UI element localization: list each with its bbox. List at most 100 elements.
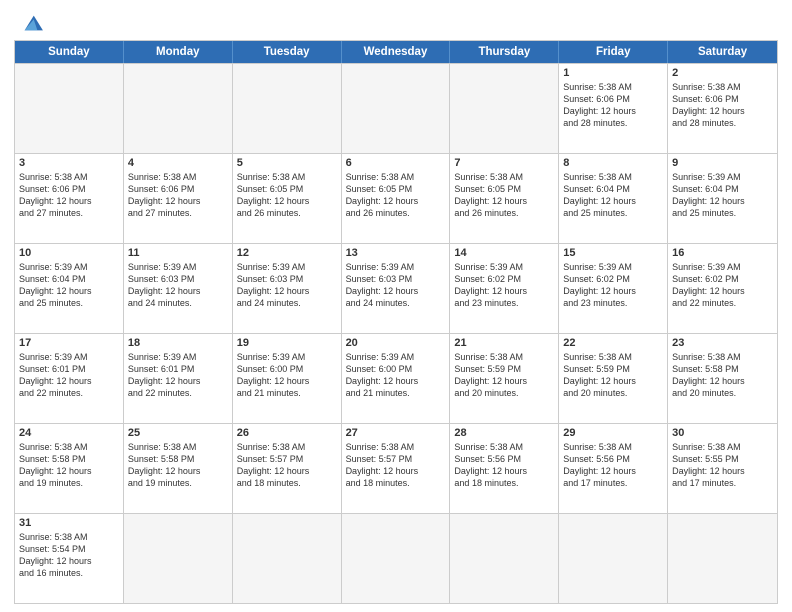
cal-week-2: 10Sunrise: 5:39 AM Sunset: 6:04 PM Dayli… <box>15 243 777 333</box>
day-number: 12 <box>237 247 337 259</box>
day-number: 23 <box>672 337 773 349</box>
day-number: 15 <box>563 247 663 259</box>
day-info: Sunrise: 5:39 AM Sunset: 6:02 PM Dayligh… <box>454 261 554 310</box>
day-info: Sunrise: 5:38 AM Sunset: 6:04 PM Dayligh… <box>563 171 663 220</box>
cal-day-empty <box>668 514 777 603</box>
cal-header-wednesday: Wednesday <box>342 41 451 63</box>
cal-day-empty <box>15 64 124 153</box>
day-info: Sunrise: 5:38 AM Sunset: 6:05 PM Dayligh… <box>237 171 337 220</box>
header <box>14 12 778 34</box>
logo-icon <box>17 12 45 34</box>
calendar-header-row: SundayMondayTuesdayWednesdayThursdayFrid… <box>15 41 777 63</box>
cal-day-22: 22 Sunrise: 5:38 AM Sunset: 5:59 PM Dayli… <box>559 334 668 423</box>
cal-day-23: 23 Sunrise: 5:38 AM Sunset: 5:58 PM Dayli… <box>668 334 777 423</box>
day-info: Sunrise: 5:39 AM Sunset: 6:01 PM Dayligh… <box>128 351 228 400</box>
calendar-body: 1Sunrise: 5:38 AM Sunset: 6:06 PM Daylig… <box>15 63 777 603</box>
day-info: Sunrise: 5:39 AM Sunset: 6:03 PM Dayligh… <box>128 261 228 310</box>
cal-header-thursday: Thursday <box>450 41 559 63</box>
cal-day-1: 1Sunrise: 5:38 AM Sunset: 6:06 PM Daylig… <box>559 64 668 153</box>
day-number: 31 <box>19 517 119 529</box>
cal-week-3: 17 Sunrise: 5:39 AM Sunset: 6:01 PM Dayli… <box>15 333 777 423</box>
day-info: Sunrise: 5:38 AM Sunset: 5:55 PM Dayligh… <box>672 441 773 490</box>
day-number: 4 <box>128 157 228 169</box>
day-number: 9 <box>672 157 773 169</box>
cal-day-empty <box>233 64 342 153</box>
day-info: Sunrise: 5:38 AM Sunset: 6:05 PM Dayligh… <box>454 171 554 220</box>
cal-header-tuesday: Tuesday <box>233 41 342 63</box>
cal-day-empty <box>124 514 233 603</box>
day-info: Sunrise: 5:38 AM Sunset: 5:59 PM Dayligh… <box>454 351 554 400</box>
cal-week-1: 3Sunrise: 5:38 AM Sunset: 6:06 PM Daylig… <box>15 153 777 243</box>
day-info: Sunrise: 5:39 AM Sunset: 6:02 PM Dayligh… <box>672 261 773 310</box>
day-info: Sunrise: 5:38 AM Sunset: 5:57 PM Dayligh… <box>346 441 446 490</box>
day-number: 20 <box>346 337 446 349</box>
day-info: Sunrise: 5:39 AM Sunset: 6:04 PM Dayligh… <box>19 261 119 310</box>
cal-day-13: 13Sunrise: 5:39 AM Sunset: 6:03 PM Dayli… <box>342 244 451 333</box>
day-number: 22 <box>563 337 663 349</box>
cal-day-28: 28 Sunrise: 5:38 AM Sunset: 5:56 PM Dayli… <box>450 424 559 513</box>
cal-day-4: 4Sunrise: 5:38 AM Sunset: 6:06 PM Daylig… <box>124 154 233 243</box>
day-number: 27 <box>346 427 446 439</box>
day-number: 2 <box>672 67 773 79</box>
day-number: 29 <box>563 427 663 439</box>
cal-day-3: 3Sunrise: 5:38 AM Sunset: 6:06 PM Daylig… <box>15 154 124 243</box>
cal-day-31: 31 Sunrise: 5:38 AM Sunset: 5:54 PM Dayli… <box>15 514 124 603</box>
cal-day-2: 2Sunrise: 5:38 AM Sunset: 6:06 PM Daylig… <box>668 64 777 153</box>
day-number: 18 <box>128 337 228 349</box>
cal-header-sunday: Sunday <box>15 41 124 63</box>
day-info: Sunrise: 5:39 AM Sunset: 6:02 PM Dayligh… <box>563 261 663 310</box>
day-info: Sunrise: 5:39 AM Sunset: 6:00 PM Dayligh… <box>237 351 337 400</box>
day-info: Sunrise: 5:38 AM Sunset: 5:58 PM Dayligh… <box>19 441 119 490</box>
day-info: Sunrise: 5:38 AM Sunset: 5:57 PM Dayligh… <box>237 441 337 490</box>
day-info: Sunrise: 5:39 AM Sunset: 6:03 PM Dayligh… <box>237 261 337 310</box>
cal-day-empty <box>559 514 668 603</box>
day-info: Sunrise: 5:38 AM Sunset: 5:58 PM Dayligh… <box>672 351 773 400</box>
cal-day-21: 21 Sunrise: 5:38 AM Sunset: 5:59 PM Dayli… <box>450 334 559 423</box>
day-number: 5 <box>237 157 337 169</box>
day-number: 16 <box>672 247 773 259</box>
cal-week-5: 31 Sunrise: 5:38 AM Sunset: 5:54 PM Dayli… <box>15 513 777 603</box>
cal-day-empty <box>450 64 559 153</box>
cal-day-empty <box>342 514 451 603</box>
cal-day-7: 7Sunrise: 5:38 AM Sunset: 6:05 PM Daylig… <box>450 154 559 243</box>
cal-day-empty <box>342 64 451 153</box>
cal-day-10: 10Sunrise: 5:39 AM Sunset: 6:04 PM Dayli… <box>15 244 124 333</box>
cal-day-26: 26 Sunrise: 5:38 AM Sunset: 5:57 PM Dayli… <box>233 424 342 513</box>
day-info: Sunrise: 5:38 AM Sunset: 5:59 PM Dayligh… <box>563 351 663 400</box>
day-info: Sunrise: 5:38 AM Sunset: 5:56 PM Dayligh… <box>454 441 554 490</box>
page: SundayMondayTuesdayWednesdayThursdayFrid… <box>0 0 792 612</box>
day-number: 21 <box>454 337 554 349</box>
day-number: 17 <box>19 337 119 349</box>
day-number: 26 <box>237 427 337 439</box>
cal-day-empty <box>124 64 233 153</box>
cal-day-5: 5 Sunrise: 5:38 AM Sunset: 6:05 PM Daylig… <box>233 154 342 243</box>
day-number: 24 <box>19 427 119 439</box>
cal-week-0: 1Sunrise: 5:38 AM Sunset: 6:06 PM Daylig… <box>15 63 777 153</box>
cal-day-18: 18 Sunrise: 5:39 AM Sunset: 6:01 PM Dayli… <box>124 334 233 423</box>
cal-day-27: 27 Sunrise: 5:38 AM Sunset: 5:57 PM Dayli… <box>342 424 451 513</box>
cal-day-14: 14Sunrise: 5:39 AM Sunset: 6:02 PM Dayli… <box>450 244 559 333</box>
cal-header-saturday: Saturday <box>668 41 777 63</box>
cal-day-17: 17 Sunrise: 5:39 AM Sunset: 6:01 PM Dayli… <box>15 334 124 423</box>
cal-day-9: 9Sunrise: 5:39 AM Sunset: 6:04 PM Daylig… <box>668 154 777 243</box>
day-number: 19 <box>237 337 337 349</box>
day-info: Sunrise: 5:38 AM Sunset: 5:54 PM Dayligh… <box>19 531 119 580</box>
logo-area <box>14 12 45 34</box>
day-number: 11 <box>128 247 228 259</box>
day-info: Sunrise: 5:39 AM Sunset: 6:01 PM Dayligh… <box>19 351 119 400</box>
cal-day-8: 8 Sunrise: 5:38 AM Sunset: 6:04 PM Daylig… <box>559 154 668 243</box>
day-number: 6 <box>346 157 446 169</box>
day-info: Sunrise: 5:39 AM Sunset: 6:00 PM Dayligh… <box>346 351 446 400</box>
cal-day-30: 30 Sunrise: 5:38 AM Sunset: 5:55 PM Dayli… <box>668 424 777 513</box>
day-number: 30 <box>672 427 773 439</box>
day-info: Sunrise: 5:38 AM Sunset: 6:05 PM Dayligh… <box>346 171 446 220</box>
cal-day-24: 24 Sunrise: 5:38 AM Sunset: 5:58 PM Dayli… <box>15 424 124 513</box>
day-info: Sunrise: 5:38 AM Sunset: 5:58 PM Dayligh… <box>128 441 228 490</box>
cal-day-15: 15 Sunrise: 5:39 AM Sunset: 6:02 PM Dayli… <box>559 244 668 333</box>
day-info: Sunrise: 5:38 AM Sunset: 6:06 PM Dayligh… <box>563 81 663 130</box>
cal-day-16: 16 Sunrise: 5:39 AM Sunset: 6:02 PM Dayli… <box>668 244 777 333</box>
cal-day-11: 11 Sunrise: 5:39 AM Sunset: 6:03 PM Dayli… <box>124 244 233 333</box>
day-number: 25 <box>128 427 228 439</box>
day-number: 8 <box>563 157 663 169</box>
day-number: 28 <box>454 427 554 439</box>
